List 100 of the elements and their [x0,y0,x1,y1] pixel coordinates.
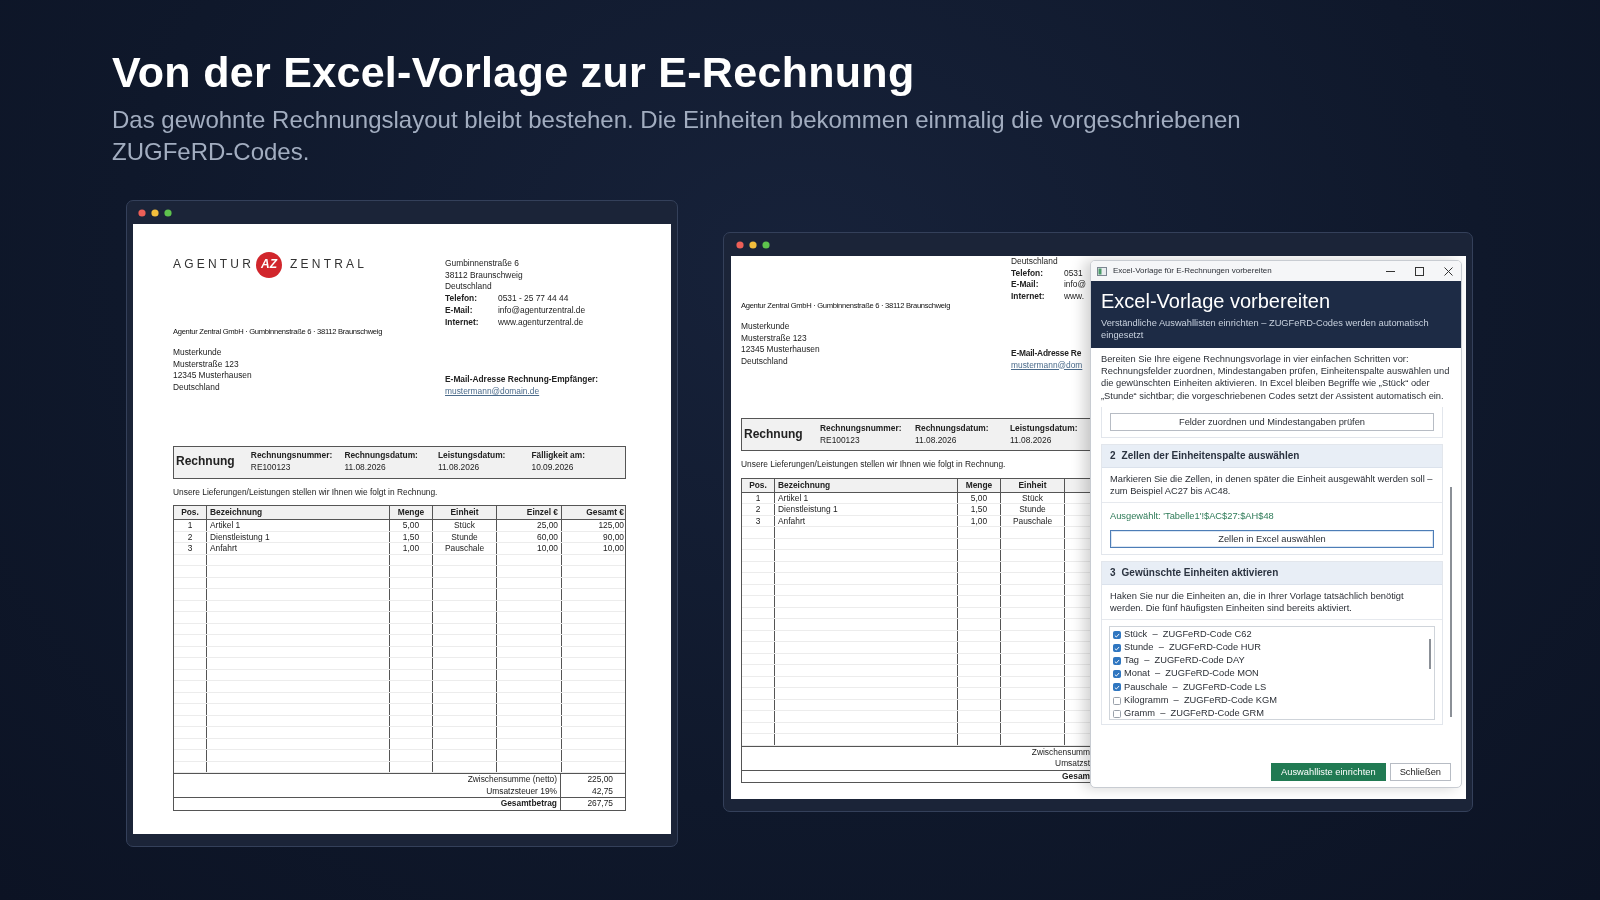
checkbox[interactable] [1113,631,1121,640]
total-value: 225,00 [560,774,625,786]
unit-option[interactable]: Tag – ZUGFeRD-Code DAY [1110,654,1426,668]
total-value: 42,75 [560,785,625,798]
table-cell: 1,00 [958,515,1001,527]
intro-text: Unsere Lieferungen/Leistungen stellen wir Ihnen wie folgt in Rechnung. [741,459,1007,471]
total-label: Gesam [1061,770,1090,783]
column-header: Gesamt € [585,506,625,520]
window-controls-icon[interactable] [736,240,770,249]
table-cell: 1 [742,492,775,504]
total-label: Umsatzst [1054,758,1090,770]
invoice-title: Rechnung [743,428,804,441]
unit-option[interactable]: Kilogramm – ZUGFeRD-Code KGM [1110,694,1426,708]
contact-value: info@agenturzentral.de [498,304,586,317]
contact-value: www. [1064,291,1084,303]
meta-label: Leistungsdatum: [437,450,507,463]
table-cell-text: 90,00 [602,531,625,543]
contact-label: E-Mail: [1011,279,1040,292]
column-header: Pos. [174,506,207,520]
window-title: Excel-Vorlage für E-Rechnungen vorbereiten [1113,265,1273,277]
table-cell: 1 [174,520,207,531]
logo-text: AGENTUR [173,259,255,271]
contact-value: 0531 [1064,267,1083,280]
confirm-button[interactable]: Auswahlliste einrichten [1271,763,1386,781]
step-description: Markieren Sie die Zellen, in denen später die Einheit ausgewählt werden soll – zum Beispiel AC27 bis AC48. [1102,467,1442,503]
contact-label: Telefon: [1011,267,1044,280]
page-title: Von der Excel-Vorlage zur E-Rechnung [112,47,916,98]
email-link[interactable]: mustermann@dom [1011,359,1086,372]
checkbox[interactable] [1113,644,1121,653]
sender-address-line: 38112 Braunschweig [445,269,524,282]
checkbox[interactable] [1113,657,1121,666]
contact-value: 0531 - 25 77 44 44 [498,293,569,305]
email-label: E-Mail-Adresse Re [1011,347,1083,360]
table-cell: 60,00 [497,531,562,543]
intro-text: Unsere Lieferungen/Leistungen stellen wir Ihnen wie folgt in Rechnung. [173,486,439,499]
dialog-title: Excel-Vorlage vorbereiten [1101,289,1331,313]
meta-label: Rechnungsdatum: [915,423,990,435]
table-cell: Anfahrt [775,515,958,527]
table-cell: 2 [174,531,207,543]
step-button[interactable]: Zellen in Excel auswählen [1110,529,1434,548]
close-button[interactable]: Schließen [1389,763,1451,781]
step-title: Zellen der Einheitenspalte auswählen [1121,449,1300,462]
unit-option[interactable]: Pauschale – ZUGFeRD-Code LS [1110,680,1426,694]
column-header: Menge [390,506,433,520]
total-value: 267,75 [560,798,625,810]
unit-option[interactable]: Stunde – ZUGFeRD-Code HUR [1110,641,1426,655]
table-cell: 25,00 [497,520,562,531]
unit-option[interactable]: Gramm – ZUGFeRD-Code GRM [1110,707,1426,719]
maximize-icon[interactable] [1415,266,1424,276]
selection-text: Ausgewählt: 'Tabelle1'!$AC$27:$AH$48 [1109,509,1275,523]
checkbox[interactable] [1113,696,1121,705]
total-label: Zwischensumme (netto) [466,774,558,786]
page-subtitle: Das gewohnte Rechnungslayout bleibt bestehen. Die Einheiten bekommen einmalig die vorgeschriebenen ZUGFeRD-Codes. [112,105,1242,167]
meta-value: RE100123 [820,434,861,447]
contact-value: info@ [1064,279,1086,292]
dialog-intro: Bereiten Sie Ihre eigene Rechnungsvorlage in vier einfachen Schritten vor: Rechnungsfelder zuordnen, Mindestangaben prüfen, Einheitenspalte auswählen und die gewünschten Einheiten aktivieren. In Excel bleiben Begriffe wie „Stück“ oder „Stunde“ sichtbar; die vorgeschriebenen Codes setzt der Assistent automatisch ein. [1100,353,1451,403]
scrollbar[interactable] [1450,486,1452,717]
checkbox[interactable] [1113,670,1121,679]
meta-label: Fälligkeit am: [531,450,586,463]
table-cell: 1,50 [390,531,433,543]
table-cell-text: 125,00 [597,520,625,531]
table-cell: Artikel 1 [775,492,958,504]
column-header: Pos. [742,478,775,492]
table-cell: Stück [433,520,497,531]
meta-value: RE100123 [250,462,292,474]
logo-text: ZENTRAL [290,259,368,271]
email-link[interactable]: mustermann@domain.de [445,385,599,398]
table-cell: 1,50 [958,504,1001,515]
checkbox[interactable] [1113,683,1121,692]
table-cell: 5,00 [958,492,1001,504]
meta-value: 10.09.2026 [531,462,575,474]
close-icon[interactable] [1444,266,1453,276]
unit-option[interactable]: Stück – ZUGFeRD-Code C62 [1110,628,1426,642]
table-cell: 3 [742,515,775,527]
table-cell: 3 [174,543,207,554]
dialog-subtitle: Verständliche Auswahllisten einrichten – ZUGFeRD-Codes werden automatisch eingesetzt [1101,317,1430,341]
table-cell: Artikel 1 [207,520,390,531]
contact-label: Internet: [1011,291,1046,303]
step-description: Haken Sie nur die Einheiten an, die in Ihrer Vorlage tatsächlich benötigt werden. Die fünf häufigsten Einheiten sind bereits aktiviert. [1102,584,1442,620]
table-cell: 2 [742,504,775,515]
checkbox[interactable] [1113,709,1121,718]
meta-label: Rechnungsnummer: [250,450,334,463]
contact-label: Internet: [445,316,480,329]
meta-label: Rechnungsnummer: [820,423,903,435]
recipient-address-line: Deutschland [741,356,789,368]
sender-address-line: Deutschland [1011,256,1059,268]
table-cell: Anfahrt [207,543,390,554]
window-controls-icon[interactable] [138,208,172,217]
step-number: 2 [1110,449,1116,462]
recipient-address-line: Deutschland [173,382,221,394]
step-button[interactable]: Felder zuordnen und Mindestangaben prüfen [1110,412,1434,431]
recipient-address-line: 12345 Musterhausen [173,370,253,383]
sender-address-line: Deutschland [445,281,493,294]
meta-label: Rechnungsdatum: [344,450,419,463]
recipient-address-line: Musterkunde [741,321,791,333]
recipient-address-line: Musterkunde [173,347,223,359]
column-header: Menge [958,478,1001,492]
scrollbar[interactable] [1429,638,1431,669]
unit-option[interactable]: Monat – ZUGFeRD-Code MON [1110,667,1426,681]
email-label: E-Mail-Adresse Rechnung-Empfänger: [445,374,599,386]
